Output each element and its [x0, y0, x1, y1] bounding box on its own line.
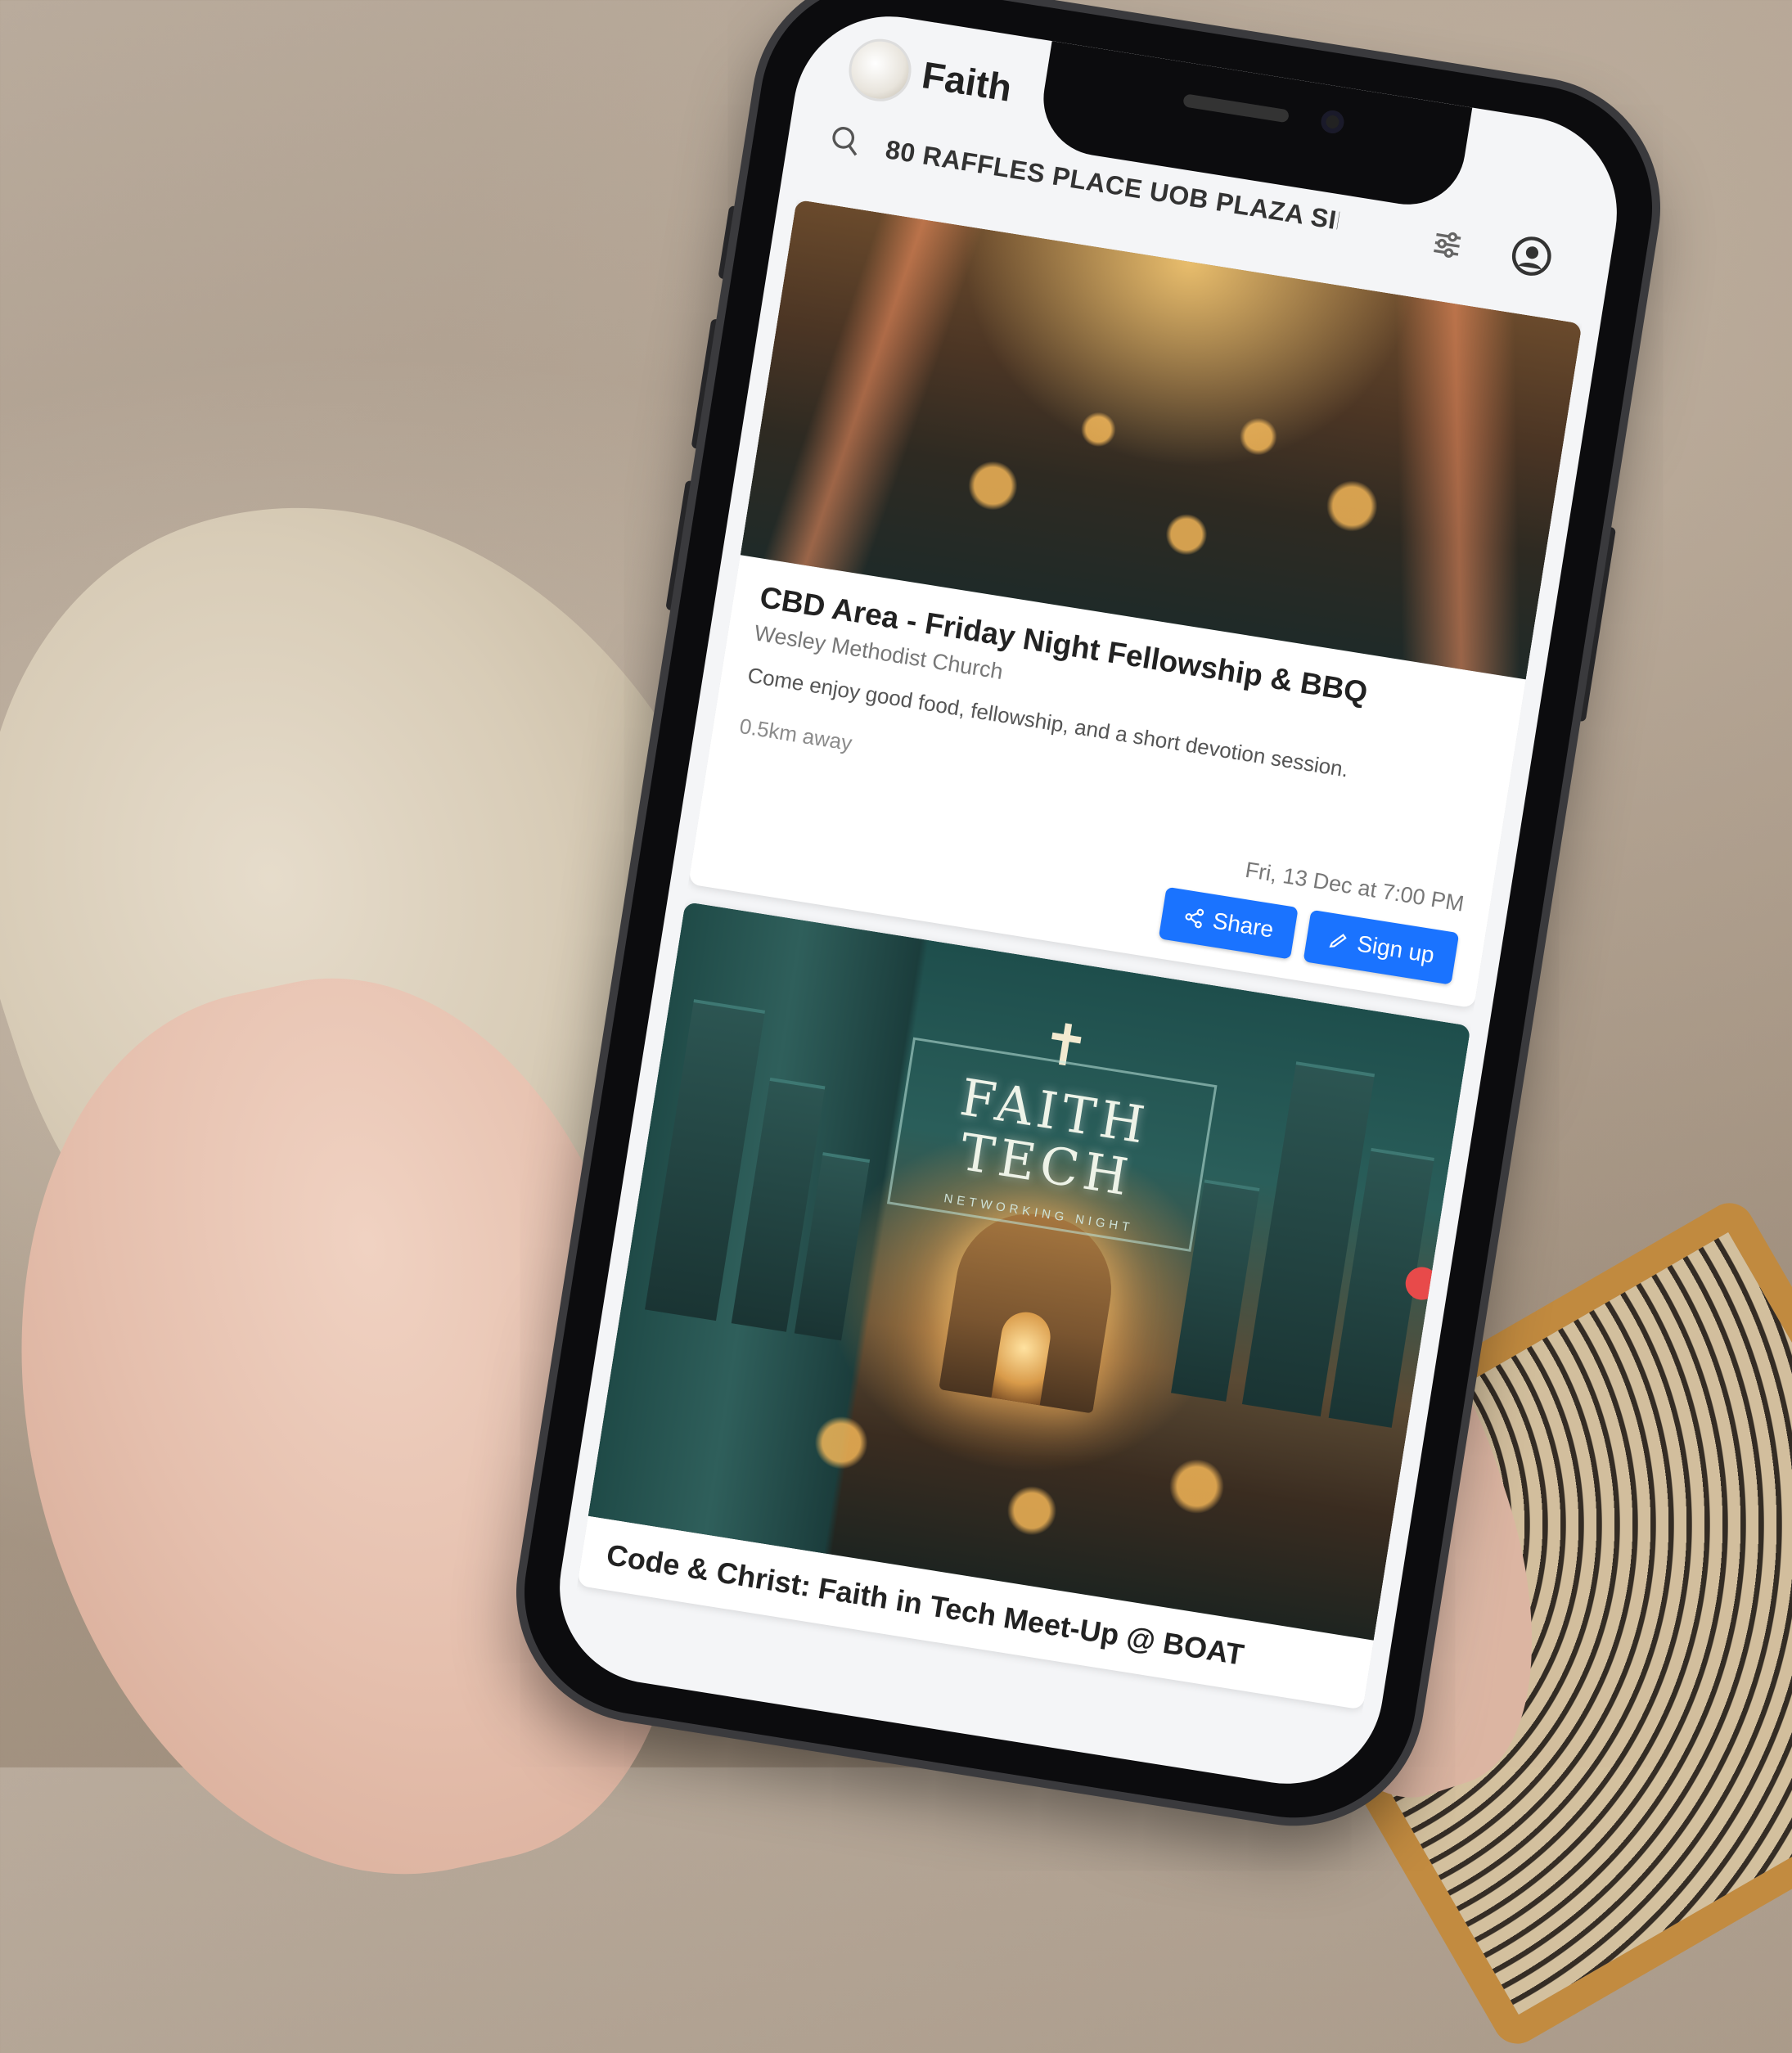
event-card[interactable]: CBD Area - Friday Night Fellowship & BBQ… [688, 199, 1583, 1009]
user-circle-icon[interactable] [1507, 232, 1556, 280]
app-brand: Faith [919, 53, 1015, 110]
sign-up-label: Sign up [1355, 930, 1437, 968]
sign-up-button[interactable]: Sign up [1303, 909, 1460, 985]
front-camera [1319, 108, 1346, 135]
share-icon [1185, 908, 1204, 929]
share-button[interactable]: Share [1159, 886, 1299, 960]
sliders-icon[interactable] [1429, 226, 1466, 263]
event-card[interactable]: ✝ FAITH TECH NETWORKING NIGHT Code & Chr… [577, 901, 1471, 1710]
event-image-faith-tech: ✝ FAITH TECH NETWORKING NIGHT [588, 901, 1471, 1641]
church-door [991, 1308, 1054, 1405]
search-icon[interactable] [827, 122, 865, 160]
pen-icon [1329, 933, 1347, 948]
share-label: Share [1210, 907, 1276, 943]
app-logo[interactable] [844, 34, 916, 106]
speaker [1182, 93, 1290, 124]
